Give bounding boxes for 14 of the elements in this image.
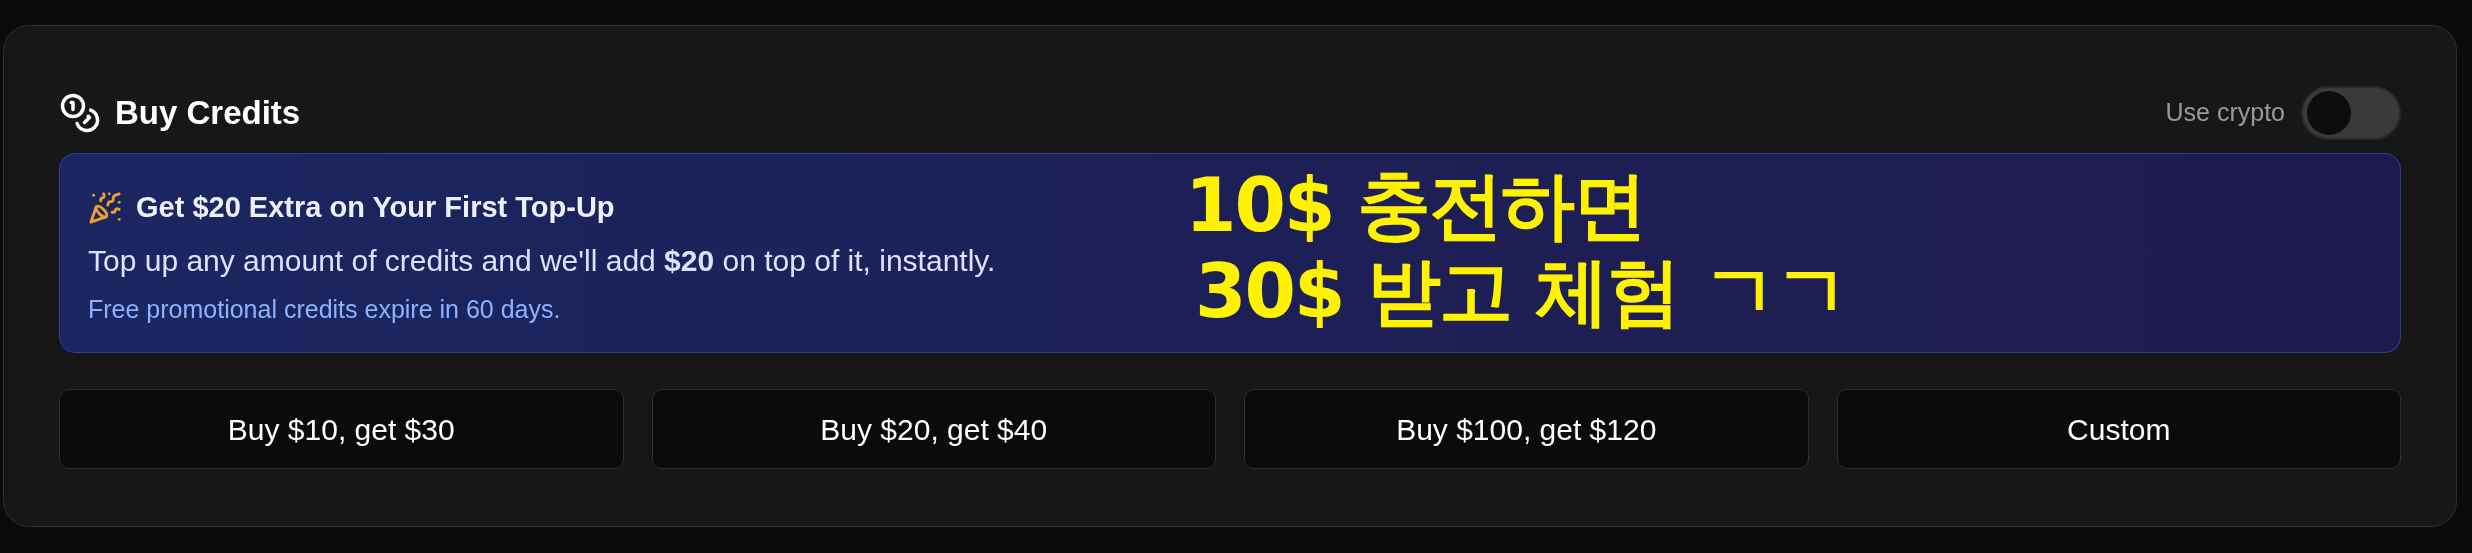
buy-button[interactable]: Buy $10, get $30 bbox=[59, 389, 624, 469]
overlay-caption: 10$ 충전하면 bbox=[1185, 162, 1647, 248]
overlay-caption: 30$ 받고 체험 ㄱㄱ bbox=[1195, 248, 1847, 334]
crypto-toggle[interactable] bbox=[2301, 86, 2401, 140]
buy-button[interactable]: Buy $100, get $120 bbox=[1244, 389, 1809, 469]
promo-title: Get $20 Extra on Your First Top-Up bbox=[136, 190, 615, 225]
party-popper-icon bbox=[88, 190, 122, 225]
buy-button[interactable]: Buy $20, get $40 bbox=[651, 389, 1216, 469]
card-title: Buy Credits bbox=[115, 93, 301, 134]
toggle-label: Use crypto bbox=[2165, 97, 2285, 129]
promo-note: Free promotional credits expire in 60 days. bbox=[88, 293, 561, 325]
promo-text: Top up any amount of credits and we'll add $20 on top of it, instantly. bbox=[88, 242, 996, 279]
buy-button[interactable]: Custom bbox=[1836, 389, 2401, 469]
coins-icon bbox=[59, 92, 101, 134]
